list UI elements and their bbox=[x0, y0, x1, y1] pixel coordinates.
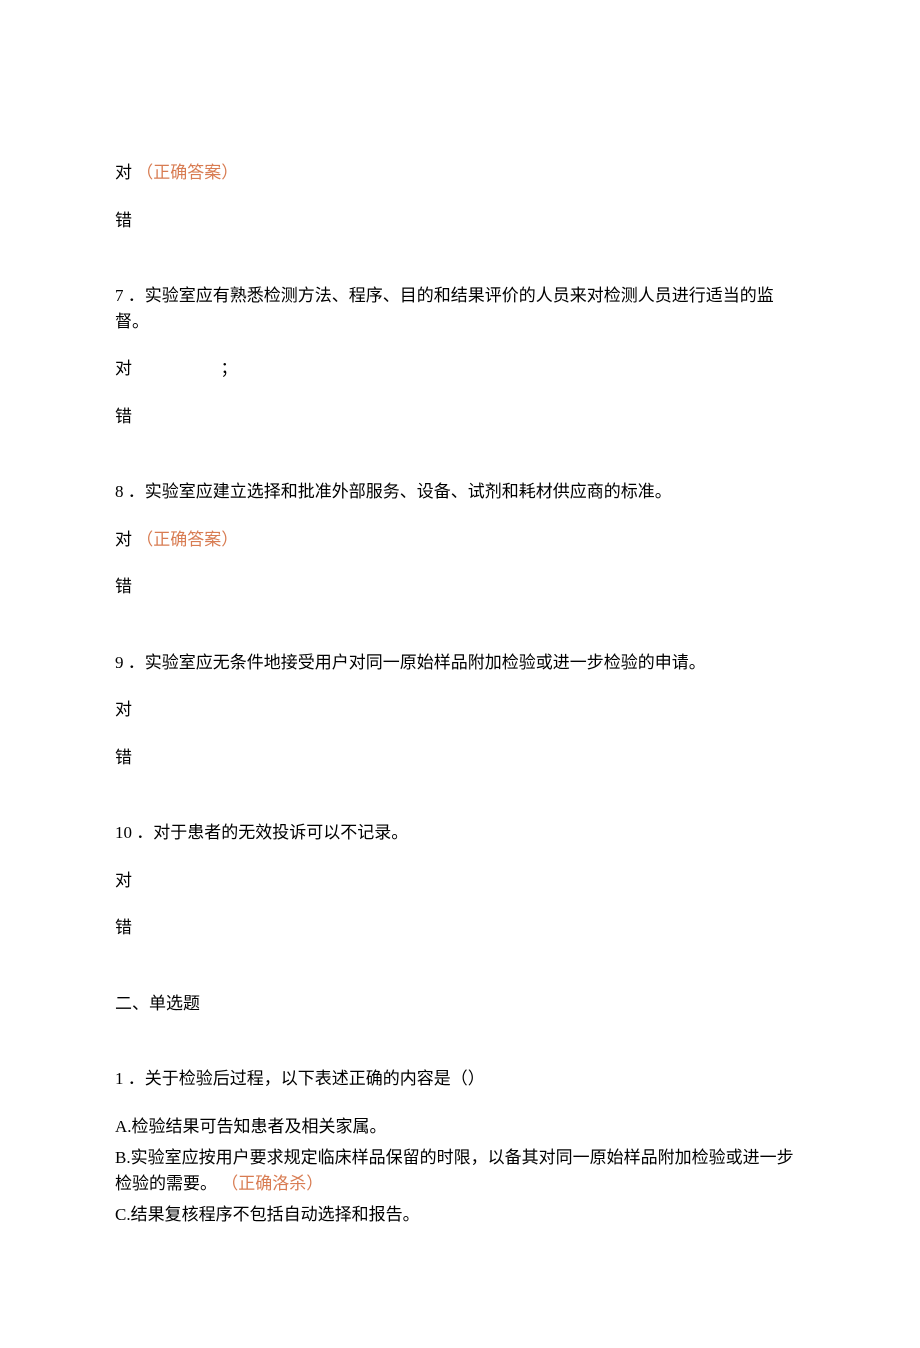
option-false-text: 错 bbox=[115, 748, 132, 767]
q9-option-false: 错 bbox=[115, 745, 805, 771]
q7-extra: ； bbox=[221, 359, 238, 378]
question-9-text: ．实验室应无条件地接受用户对同一原始样品附加检验或进一步检验的申请。 bbox=[128, 653, 706, 672]
question-8: 8 ．实验室应建立选择和批准外部服务、设备、试剂和耗材供应商的标准。 bbox=[115, 479, 805, 505]
question-8-text: ．实验室应建立选择和批准外部服务、设备、试剂和耗材供应商的标准。 bbox=[128, 482, 672, 501]
question-10: 10 ．对于患者的无效投诉可以不记录。 bbox=[115, 820, 805, 846]
q7-option-false: 错 bbox=[115, 404, 805, 430]
option-true-text: 对 bbox=[115, 871, 132, 890]
option-true-text: 对 bbox=[115, 163, 132, 182]
q9-option-true: 对 bbox=[115, 697, 805, 723]
option-false-text: 错 bbox=[115, 918, 132, 937]
q7-option-true: 对 ； bbox=[115, 356, 805, 382]
option-b-text: B.实验室应按用户要求规定临床样品保留的时限，以备其对同一原始样品附加检验或进一… bbox=[115, 1148, 794, 1193]
question-10-number: 10 bbox=[115, 823, 132, 842]
prev-option-true: 对 （正确答案） bbox=[115, 160, 805, 186]
correct-answer-label: （正确答案） bbox=[136, 163, 238, 182]
option-true-text: 对 bbox=[115, 700, 132, 719]
question-8-number: 8 bbox=[115, 482, 124, 501]
prev-option-false: 错 bbox=[115, 208, 805, 234]
option-true-text: 对 bbox=[115, 530, 132, 549]
question-10-text: ．对于患者的无效投诉可以不记录。 bbox=[136, 823, 408, 842]
question-7-text: ．实验室应有熟悉检测方法、程序、目的和结果评价的人员来对检测人员进行适当的监督。 bbox=[115, 286, 774, 331]
section2-q1-number: 1 bbox=[115, 1069, 124, 1088]
q8-option-false: 错 bbox=[115, 574, 805, 600]
section2-q1-option-b: B.实验室应按用户要求规定临床样品保留的时限，以备其对同一原始样品附加检验或进一… bbox=[115, 1145, 805, 1196]
q10-option-true: 对 bbox=[115, 868, 805, 894]
option-false-text: 错 bbox=[115, 407, 132, 426]
correct-answer-label: （正确答案） bbox=[136, 530, 238, 549]
section2-question-1: 1 ．关于检验后过程，以下表述正确的内容是（） bbox=[115, 1066, 805, 1092]
document-page: 对 （正确答案） 错 7 ．实验室应有熟悉检测方法、程序、目的和结果评价的人员来… bbox=[0, 0, 920, 1348]
section2-q1-option-a: A.检验结果可告知患者及相关家属。 bbox=[115, 1114, 805, 1140]
q10-option-false: 错 bbox=[115, 915, 805, 941]
option-true-text: 对 bbox=[115, 359, 132, 378]
correct-answer-label: （正确洛杀） bbox=[221, 1174, 323, 1193]
q8-option-true: 对 （正确答案） bbox=[115, 527, 805, 553]
option-false-text: 错 bbox=[115, 577, 132, 596]
option-false-text: 错 bbox=[115, 211, 132, 230]
question-7-number: 7 bbox=[115, 286, 124, 305]
question-9: 9 ．实验室应无条件地接受用户对同一原始样品附加检验或进一步检验的申请。 bbox=[115, 650, 805, 676]
section2-q1-option-c: C.结果复核程序不包括自动选择和报告。 bbox=[115, 1202, 805, 1228]
question-7: 7 ．实验室应有熟悉检测方法、程序、目的和结果评价的人员来对检测人员进行适当的监… bbox=[115, 283, 805, 334]
question-9-number: 9 bbox=[115, 653, 124, 672]
section2-q1-text: ．关于检验后过程，以下表述正确的内容是（） bbox=[128, 1069, 485, 1088]
section-2-title: 二、单选题 bbox=[115, 991, 805, 1017]
